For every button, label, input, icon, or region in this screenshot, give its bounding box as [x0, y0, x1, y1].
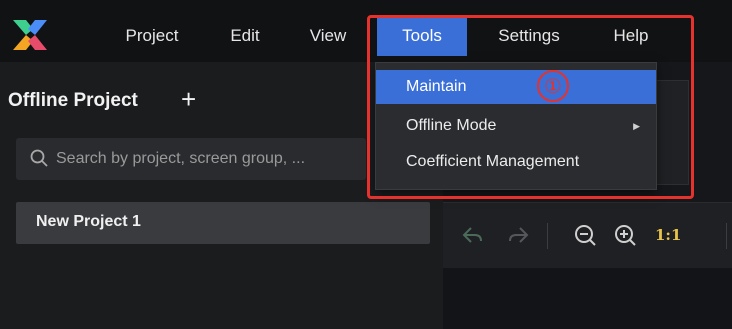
- search-input[interactable]: [56, 138, 366, 180]
- menu-item-coefficient-management[interactable]: Coefficient Management: [376, 145, 656, 179]
- plus-icon[interactable]: +: [181, 84, 196, 115]
- search-box[interactable]: [16, 138, 366, 180]
- project-name: New Project 1: [36, 213, 141, 230]
- menu-item-label: Offline Mode: [406, 117, 497, 134]
- annotation-step-number: ①: [537, 70, 569, 102]
- panel-title: Offline Project: [8, 90, 138, 111]
- canvas-lower: [443, 268, 732, 329]
- menu-edit[interactable]: Edit: [214, 16, 276, 56]
- search-icon: [30, 149, 48, 167]
- zoom-out-icon[interactable]: [573, 223, 597, 247]
- menu-tools[interactable]: Tools: [377, 16, 467, 56]
- actual-size-button[interactable]: 1:1: [655, 226, 681, 244]
- menu-help[interactable]: Help: [592, 16, 670, 56]
- canvas-toolbar: 1:1: [443, 202, 732, 268]
- toolbar-separator: [547, 223, 548, 249]
- redo-icon[interactable]: [506, 223, 530, 247]
- menu-settings[interactable]: Settings: [480, 16, 578, 56]
- menu-bar: Project Edit View Tools Settings Help: [0, 0, 732, 62]
- toolbar-separator: [726, 223, 727, 249]
- app-logo-icon: [13, 20, 47, 50]
- menu-item-offline-mode[interactable]: Offline Mode ▶: [376, 109, 656, 143]
- zoom-in-icon[interactable]: [613, 223, 637, 247]
- tools-dropdown-menu: Maintain Offline Mode ▶ Coefficient Mana…: [375, 62, 657, 190]
- side-panel: [655, 80, 689, 185]
- menu-item-label: Coefficient Management: [406, 153, 580, 170]
- menu-item-label: Maintain: [406, 78, 467, 95]
- menu-project[interactable]: Project: [107, 16, 197, 56]
- chevron-right-icon: ▶: [633, 121, 640, 131]
- menu-view[interactable]: View: [296, 16, 360, 56]
- project-list-item[interactable]: New Project 1: [16, 202, 430, 244]
- undo-icon[interactable]: [461, 223, 485, 247]
- menu-item-maintain[interactable]: Maintain: [376, 70, 656, 104]
